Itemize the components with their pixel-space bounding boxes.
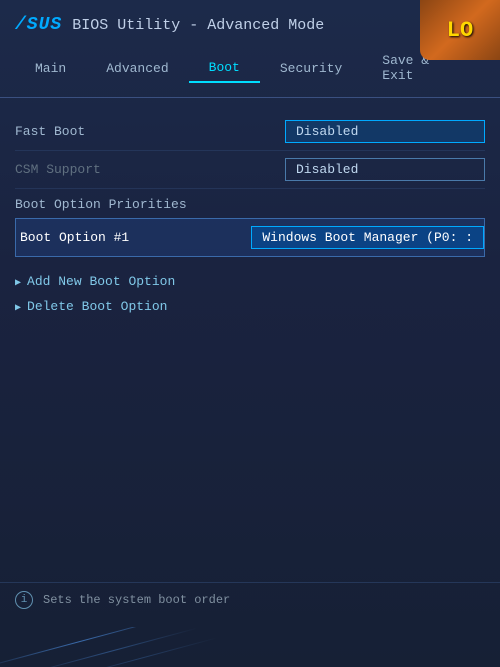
tab-advanced[interactable]: Advanced: [86, 55, 188, 82]
csm-support-row: CSM Support Disabled: [15, 151, 485, 189]
nav-tabs: Main Advanced Boot Security Save & Exit: [15, 47, 485, 89]
bios-screen: LO /SUS BIOS Utility - Advanced Mode Mai…: [0, 0, 500, 667]
boot-priorities-header: Boot Option Priorities: [15, 189, 485, 216]
tab-security[interactable]: Security: [260, 55, 362, 82]
csm-support-label: CSM Support: [15, 162, 285, 177]
delete-boot-option-link[interactable]: Delete Boot Option: [15, 294, 485, 319]
boot-option-1-row[interactable]: Boot Option #1 Windows Boot Manager (P0:…: [15, 218, 485, 257]
fast-boot-label: Fast Boot: [15, 124, 285, 139]
boot-option-1-label: Boot Option #1: [16, 230, 251, 245]
tab-main[interactable]: Main: [15, 55, 86, 82]
fast-boot-row: Fast Boot Disabled: [15, 113, 485, 151]
add-new-boot-option-link[interactable]: Add New Boot Option: [15, 269, 485, 294]
asus-logo: /SUS: [15, 15, 62, 35]
brand-title: /SUS BIOS Utility - Advanced Mode: [15, 15, 485, 35]
deco-line-1: [0, 627, 186, 667]
fast-boot-value[interactable]: Disabled: [285, 120, 485, 143]
csm-support-value[interactable]: Disabled: [285, 158, 485, 181]
info-text: Sets the system boot order: [43, 593, 230, 607]
boot-option-1-value[interactable]: Windows Boot Manager (P0: :: [251, 226, 484, 249]
tab-boot[interactable]: Boot: [189, 54, 260, 83]
content-area: Fast Boot Disabled CSM Support Disabled …: [0, 98, 500, 334]
corner-badge: LO: [420, 0, 500, 60]
bios-mode-title: BIOS Utility - Advanced Mode: [72, 17, 324, 34]
action-links: Add New Boot Option Delete Boot Option: [15, 269, 485, 319]
info-icon: i: [15, 591, 33, 609]
decorative-lines: [0, 627, 500, 667]
info-bar: i Sets the system boot order: [0, 582, 500, 617]
